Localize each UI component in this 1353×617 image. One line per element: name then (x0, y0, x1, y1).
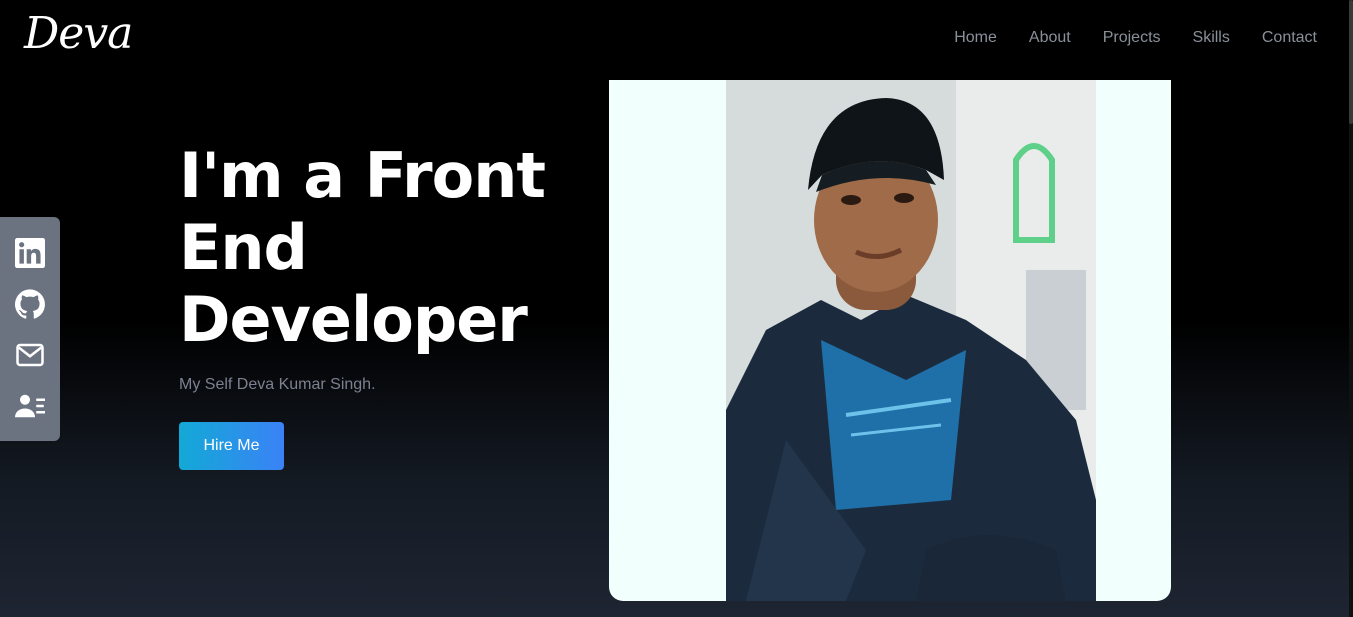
nav-skills[interactable]: Skills (1193, 29, 1230, 47)
nav-contact[interactable]: Contact (1262, 29, 1317, 47)
mail-icon (16, 343, 44, 366)
portrait-illustration (726, 80, 1096, 601)
social-bar (0, 217, 60, 441)
github-link[interactable] (15, 288, 45, 319)
profile-photo (726, 80, 1096, 601)
nav-home[interactable]: Home (954, 29, 997, 47)
linkedin-link[interactable] (15, 237, 45, 268)
logo[interactable]: Deva (24, 8, 133, 59)
hero-title: I'm a Front End Developer (179, 139, 546, 356)
scrollbar-thumb[interactable] (1349, 0, 1353, 124)
profile-photo-card (609, 80, 1171, 601)
hire-me-button[interactable]: Hire Me (179, 422, 284, 470)
nav-projects[interactable]: Projects (1103, 29, 1161, 47)
resume-link[interactable] (15, 391, 45, 421)
github-icon (15, 288, 45, 319)
top-nav: Home About Projects Skills Contact (954, 29, 1317, 47)
hero-subtitle: My Self Deva Kumar Singh. (179, 376, 376, 393)
linkedin-icon (15, 237, 45, 268)
person-card-icon (15, 394, 45, 417)
email-link[interactable] (15, 340, 45, 370)
nav-about[interactable]: About (1029, 29, 1071, 47)
